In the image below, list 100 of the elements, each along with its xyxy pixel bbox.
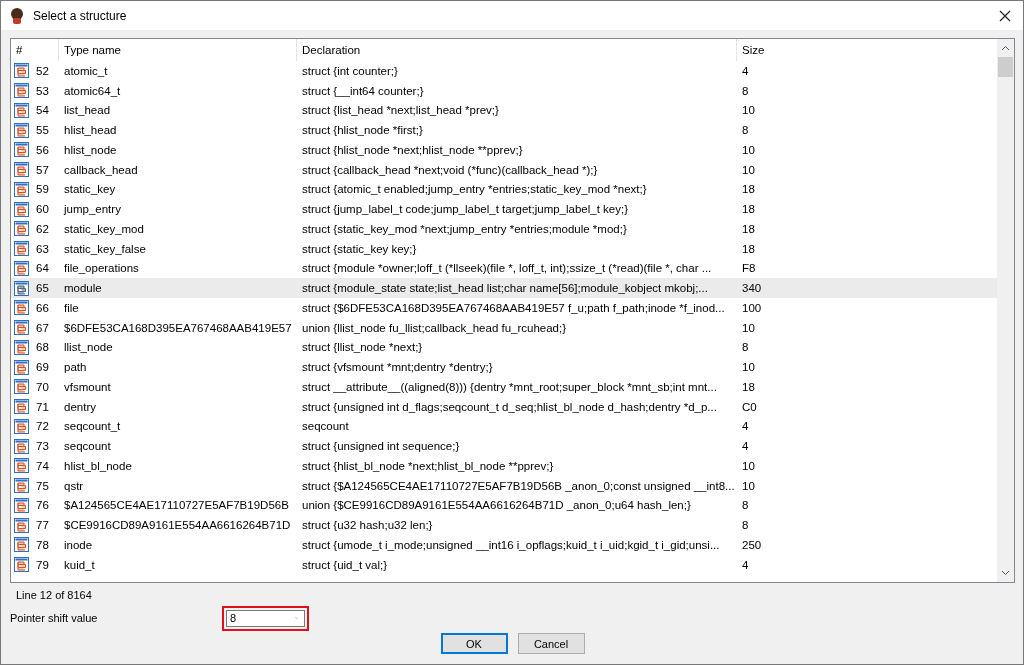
table-row[interactable]: 73 seqcount struct {unsigned int sequence;} 4 (11, 436, 997, 456)
struct-icon (14, 201, 29, 217)
struct-icon (14, 181, 29, 197)
struct-icon (14, 379, 29, 395)
table-row[interactable]: 59 static_key struct {atomic_t enabled;jump_entry *entries;static_key_mod *next;} 18 (11, 179, 997, 200)
selected-row[interactable]: 65 module struct {module_state state;list_head list;char name[56];module_kobject mkobj;... 340 (11, 278, 997, 298)
table-cell: 76 (36, 499, 49, 512)
struct-icon (14, 142, 29, 158)
table-cell: 57 (36, 163, 49, 176)
table-row[interactable]: 78 inode struct {umode_t i_mode;unsigned __int16 i_opflags;kuid_t i_uid;kgid_t i_gid;unsi... 250 (11, 535, 997, 555)
table-cell: 75 (36, 479, 49, 492)
table-row[interactable]: 74 hlist_bl_node struct {hlist_bl_node *next;hlist_bl_node **pprev;} 10 (11, 456, 997, 476)
table-cell-text: kuid_t (63, 558, 96, 571)
table-cell-text: struct __attribute__((aligned(8))) {dentry *mnt_root;super_block *mnt_sb;int mnt... (301, 380, 718, 393)
scrollbar[interactable] (997, 39, 1014, 582)
table-row[interactable]: 77 $CE9916CD89A9161E554AA6616264B71D struct {u32 hash;u32 len;} 8 (11, 515, 997, 535)
table-row[interactable]: 52 atomic_t struct {int counter;} 4 (11, 61, 997, 81)
struct-icon (14, 241, 29, 257)
table-cell: 52 (36, 64, 49, 77)
table-cell-text: 4 (741, 558, 750, 571)
table-cell-text: 340 (741, 282, 763, 295)
table-cell-text: struct {module_state state;list_head list;char name[56];module_kobject mkobj;... (301, 282, 709, 295)
table-cell-text: struct {jump_label_t code;jump_label_t target;jump_label_t key;} (301, 203, 630, 216)
table-cell: 64 (36, 262, 49, 275)
struct-icon (14, 122, 29, 138)
pointer-shift-dropdown[interactable]: 8 (226, 609, 305, 627)
table-cell-text: seqcount (301, 420, 350, 433)
table-cell-text: $CE9916CD89A9161E554AA6616264B71D (63, 519, 292, 532)
table-cell-text: inode (63, 538, 94, 551)
table-cell-text: struct {hlist_bl_node *next;hlist_bl_node **pprev;} (301, 459, 555, 472)
table-cell-text: vfsmount (63, 380, 112, 393)
table-row[interactable]: 63 static_key_false struct {static_key key;} 18 (11, 238, 997, 259)
table-cell-text: 18 (741, 222, 756, 235)
column-header[interactable]: Type name (59, 39, 297, 61)
scroll-up-icon[interactable] (1001, 45, 1010, 51)
table-row[interactable]: 69 path struct {vfsmount *mnt;dentry *dentry;} 10 (11, 357, 997, 377)
table-cell-text: 18 (741, 380, 756, 393)
table-cell-text: 18 (741, 183, 756, 196)
table-row[interactable]: 62 static_key_mod struct {static_key_mod *next;jump_entry *entries;module *mod;} 18 (11, 219, 997, 239)
table-row[interactable]: 57 callback_head struct {callback_head *next;void (*func)(callback_head *);} 10 (11, 159, 997, 180)
table-row[interactable]: 67 $6DFE53CA168D395EA767468AAB419E57 union {llist_node fu_llist;callback_head fu_rcuhead;} 10 (11, 317, 997, 338)
table-row[interactable]: 64 file_operations struct {module *owner;loff_t (*llseek)(file *, loff_t, int);ssize_t (*read)(file *, char ... F8 (11, 258, 997, 279)
table-cell-text: 10 (741, 143, 756, 156)
table-cell: 74 (36, 459, 49, 472)
scrollbar-thumb[interactable] (998, 57, 1013, 77)
table-cell-text: struct {hlist_node *next;hlist_node **pprev;} (301, 143, 524, 156)
close-icon[interactable] (999, 9, 1011, 22)
cancel-button[interactable]: Cancel (517, 633, 585, 654)
table-cell-text: 4 (741, 420, 750, 433)
column-header[interactable]: Declaration (297, 39, 737, 61)
table-cell-text: 18 (741, 242, 756, 255)
table-cell-text: 100 (741, 301, 763, 314)
table-cell-text: atomic64_t (63, 84, 122, 97)
table-cell-text: 8 (741, 499, 750, 512)
column-header[interactable]: # (11, 39, 59, 61)
table-cell-text: 18 (741, 203, 756, 216)
table-row[interactable]: 55 hlist_head struct {hlist_node *first;} 8 (11, 120, 997, 140)
table-cell-text: jump_entry (62, 203, 122, 216)
struct-icon (14, 260, 29, 276)
ok-button[interactable]: OK (440, 633, 508, 654)
table-cell-text: struct {u32 hash;u32 len;} (301, 519, 434, 532)
table-cell-text: callback_head (63, 163, 139, 176)
table-cell-text: struct {__int64 counter;} (301, 84, 425, 97)
table-cell-text: seqcount_t (63, 420, 122, 433)
struct-icon (14, 517, 29, 533)
table-cell-text: 10 (741, 361, 756, 374)
table-cell-text: struct {unsigned int sequence;} (301, 440, 461, 453)
table-row[interactable]: 56 hlist_node struct {hlist_node *next;hlist_node **pprev;} 10 (11, 140, 997, 160)
struct-icon (14, 300, 29, 316)
table-row[interactable]: 79 kuid_t struct {uid_t val;} 4 (11, 554, 997, 575)
table-row[interactable]: 66 file struct {$6DFE53CA168D395EA767468AAB419E57 f_u;path f_path;inode *f_inod... 100 (11, 298, 997, 318)
table-cell-text: 10 (741, 104, 756, 117)
table-cell-text: struct {callback_head *next;void (*func)(callback_head *);} (301, 163, 599, 176)
table-row[interactable]: 75 qstr struct {$A124565CE4AE17110727E5AF7B19D56B _anon_0;const unsigned __int8... 10 (11, 475, 997, 496)
table-row[interactable]: 76 $A124565CE4AE17110727E5AF7B19D56B union {$CE9916CD89A9161E554AA6616264B71D _anon_0;u64 hash_len;} 8 (11, 495, 997, 516)
app-icon (9, 6, 25, 25)
table-cell-text: qstr (63, 479, 85, 492)
table-cell-text: struct {static_key_mod *next;jump_entry *entries;module *mod;} (301, 222, 628, 235)
table-row[interactable]: 68 llist_node struct {llist_node *next;} 8 (11, 337, 997, 358)
struct-icon (14, 339, 29, 355)
table-cell: 66 (36, 301, 49, 314)
table-row[interactable]: 53 atomic64_t struct {__int64 counter;} 8 (11, 80, 997, 101)
table-cell-text: struct {unsigned int d_flags;seqcount_t d_seq;hlist_bl_node d_hash;dentry *d_p... (301, 400, 718, 413)
table-row[interactable]: 71 dentry struct {unsigned int d_flags;seqcount_t d_seq;hlist_bl_node d_hash;dentry *d_p... C0 (11, 396, 997, 417)
table-cell-text: file (63, 301, 80, 314)
table-cell-text: $A124565CE4AE17110727E5AF7B19D56B (63, 499, 290, 512)
table-row[interactable]: 54 list_head struct {list_head *next;list_head *prev;} 10 (11, 100, 997, 121)
table-row[interactable]: 70 vfsmount struct __attribute__((aligned(8))) {dentry *mnt_root;super_block *mnt_sb;int mnt... 18 (11, 377, 997, 397)
table-cell-text: 10 (741, 321, 756, 334)
column-header[interactable]: Size (737, 39, 997, 61)
table-cell-text: 250 (741, 538, 763, 551)
struct-icon (14, 83, 29, 99)
table-row[interactable]: 60 jump_entry struct {jump_label_t code;jump_label_t target;jump_label_t key;} 18 (11, 199, 997, 219)
table-cell-text: C0 (741, 400, 758, 413)
window-title: Select a structure (33, 8, 128, 23)
table-cell-text: 8 (741, 84, 750, 97)
table-row[interactable]: 72 seqcount_t seqcount 4 (11, 416, 997, 437)
scroll-down-icon[interactable] (1001, 570, 1010, 576)
table-cell-text: hlist_bl_node (63, 459, 133, 472)
table-cell-text: static_key_mod (63, 222, 145, 235)
